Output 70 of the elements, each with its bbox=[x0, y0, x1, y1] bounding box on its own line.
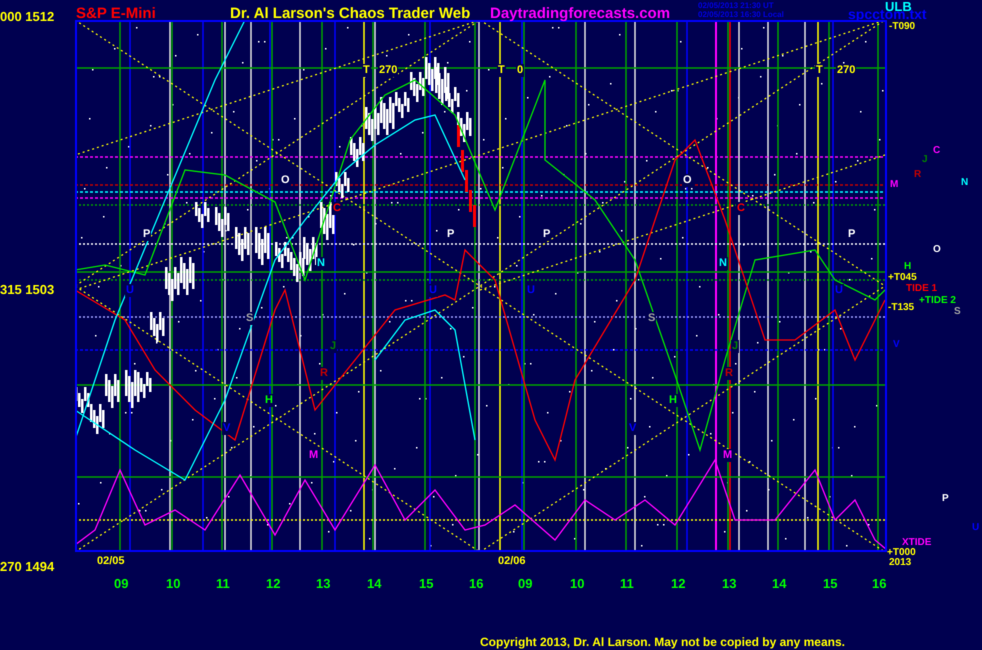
chart-marker: M bbox=[722, 449, 734, 462]
chart-marker: T bbox=[362, 64, 371, 77]
side-label: J bbox=[922, 155, 928, 165]
side-label: TIDE 1 bbox=[906, 284, 938, 294]
side-label: H bbox=[904, 262, 912, 272]
side-label: U bbox=[972, 523, 980, 533]
axis-label: 10 bbox=[166, 577, 180, 590]
side-label: S bbox=[954, 307, 961, 317]
chart-marker: C bbox=[332, 202, 342, 215]
side-label: C bbox=[933, 146, 940, 156]
side-label: M bbox=[890, 180, 898, 190]
chart-marker: T bbox=[815, 64, 824, 77]
chart-marker: C bbox=[736, 202, 746, 215]
axis-label: 09 bbox=[114, 577, 128, 590]
timestamp: 02/05/2013 16:30 Local bbox=[698, 11, 784, 19]
chart-marker: R bbox=[319, 367, 329, 380]
chart-marker: V bbox=[222, 422, 232, 435]
website-title: Daytradingforecasts.com bbox=[490, 6, 670, 21]
timestamp: 02/05/2013 21:30 UT bbox=[698, 2, 774, 10]
chart-marker: 270 bbox=[378, 64, 398, 77]
chart-marker: H bbox=[668, 394, 678, 407]
axis-label: 13 bbox=[316, 577, 330, 590]
axis-label: 15 bbox=[823, 577, 838, 590]
axis-label: 11 bbox=[620, 577, 634, 590]
chart-marker: H bbox=[264, 394, 274, 407]
axis-label: 15 bbox=[419, 577, 434, 590]
axis-label: 000 1512 bbox=[0, 10, 54, 23]
side-label: O bbox=[933, 245, 941, 255]
axis-label: 270 1494 bbox=[0, 560, 54, 573]
axis-label: 315 1503 bbox=[0, 283, 54, 296]
side-label: -T090 bbox=[889, 22, 916, 32]
axis-label: 12 bbox=[266, 577, 280, 590]
chart-marker: S bbox=[245, 312, 254, 325]
axis-label: 14 bbox=[772, 577, 786, 590]
page-title: Dr. Al Larson's Chaos Trader Web bbox=[230, 6, 470, 21]
chart-marker: N bbox=[718, 257, 728, 270]
axis-label: 11 bbox=[216, 577, 230, 590]
side-label: XTIDE bbox=[902, 538, 932, 548]
chart-marker: O bbox=[280, 174, 291, 187]
side-label: 2013 bbox=[889, 558, 912, 568]
axis-label: 12 bbox=[671, 577, 686, 590]
chart-marker: J bbox=[329, 340, 338, 353]
chart-marker: U bbox=[428, 284, 438, 297]
chart-marker: O bbox=[682, 174, 693, 187]
side-label: N bbox=[961, 178, 968, 188]
chart-marker: U bbox=[125, 284, 135, 297]
axis-label: 13 bbox=[722, 577, 736, 590]
chart-marker: J bbox=[731, 340, 740, 353]
axis-label: 14 bbox=[367, 577, 382, 590]
chart-marker: T bbox=[497, 64, 506, 77]
chart-marker: V bbox=[628, 422, 638, 435]
axis-label: 10 bbox=[570, 577, 584, 590]
side-label: P bbox=[942, 494, 949, 504]
axis-label: 09 bbox=[518, 577, 532, 590]
chart-marker: P bbox=[142, 228, 152, 241]
chart-marker: N bbox=[316, 257, 326, 270]
side-label: +T000 bbox=[887, 548, 916, 558]
chart-marker: S bbox=[647, 312, 656, 325]
chart-marker: 0 bbox=[516, 64, 524, 77]
side-label: V bbox=[893, 340, 900, 350]
side-label: -T135 bbox=[888, 303, 914, 313]
chart-marker: R bbox=[724, 367, 734, 380]
axis-label: 16 bbox=[469, 577, 484, 590]
chart-marker: P bbox=[542, 228, 552, 241]
symbol-title: S&P E-Mini bbox=[76, 6, 156, 21]
side-label: +T045 bbox=[888, 273, 917, 283]
side-label: R bbox=[914, 170, 922, 180]
copyright-notice: Copyright 2013, Dr. Al Larson. May not be copied by any means. bbox=[480, 636, 845, 648]
side-label: +TIDE 2 bbox=[919, 296, 956, 306]
axis-label: 16 bbox=[872, 577, 886, 590]
